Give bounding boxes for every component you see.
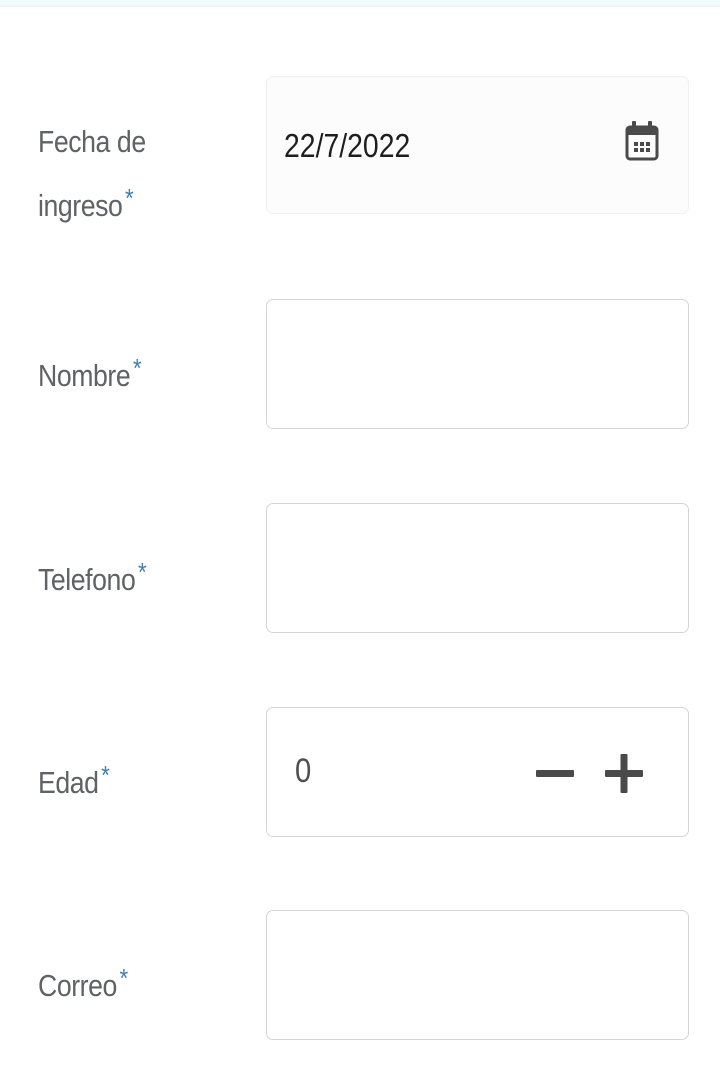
edad-value: 0 <box>295 752 312 790</box>
correo-label-text: Correo <box>38 968 117 1003</box>
telefono-input[interactable] <box>266 503 689 633</box>
calendar-icon[interactable] <box>625 117 659 169</box>
fecha-ingreso-value: 22/7/2022 <box>284 127 411 164</box>
required-asterisk: * <box>125 183 134 213</box>
plus-icon[interactable] <box>602 748 646 800</box>
correo-label: Correo* <box>38 952 128 1012</box>
edad-label: Edad* <box>38 749 110 809</box>
fecha-ingreso-label-line1: Fecha de <box>38 124 146 159</box>
fecha-ingreso-label: Fecha de <box>38 116 146 168</box>
correo-input[interactable] <box>266 910 689 1040</box>
nombre-label: Nombre* <box>38 342 142 402</box>
required-asterisk: * <box>137 557 147 587</box>
required-asterisk: * <box>132 353 142 383</box>
required-asterisk: * <box>101 760 110 790</box>
minus-icon[interactable] <box>533 748 577 800</box>
telefono-label: Telefono* <box>38 546 147 606</box>
nombre-label-text: Nombre <box>38 358 131 393</box>
nombre-input[interactable] <box>266 299 689 429</box>
required-asterisk: * <box>119 963 128 993</box>
fecha-ingreso-label-line2-wrap: ingreso* <box>38 172 134 232</box>
fecha-ingreso-label-line2: ingreso <box>38 188 123 223</box>
edad-label-text: Edad <box>38 765 99 800</box>
telefono-label-text: Telefono <box>38 562 136 597</box>
registration-form: Fecha de ingreso* 22/7/2022 Nombre* Tele… <box>0 0 720 1080</box>
fecha-ingreso-date-picker[interactable]: 22/7/2022 <box>266 76 689 214</box>
edad-stepper[interactable]: 0 <box>266 707 689 837</box>
